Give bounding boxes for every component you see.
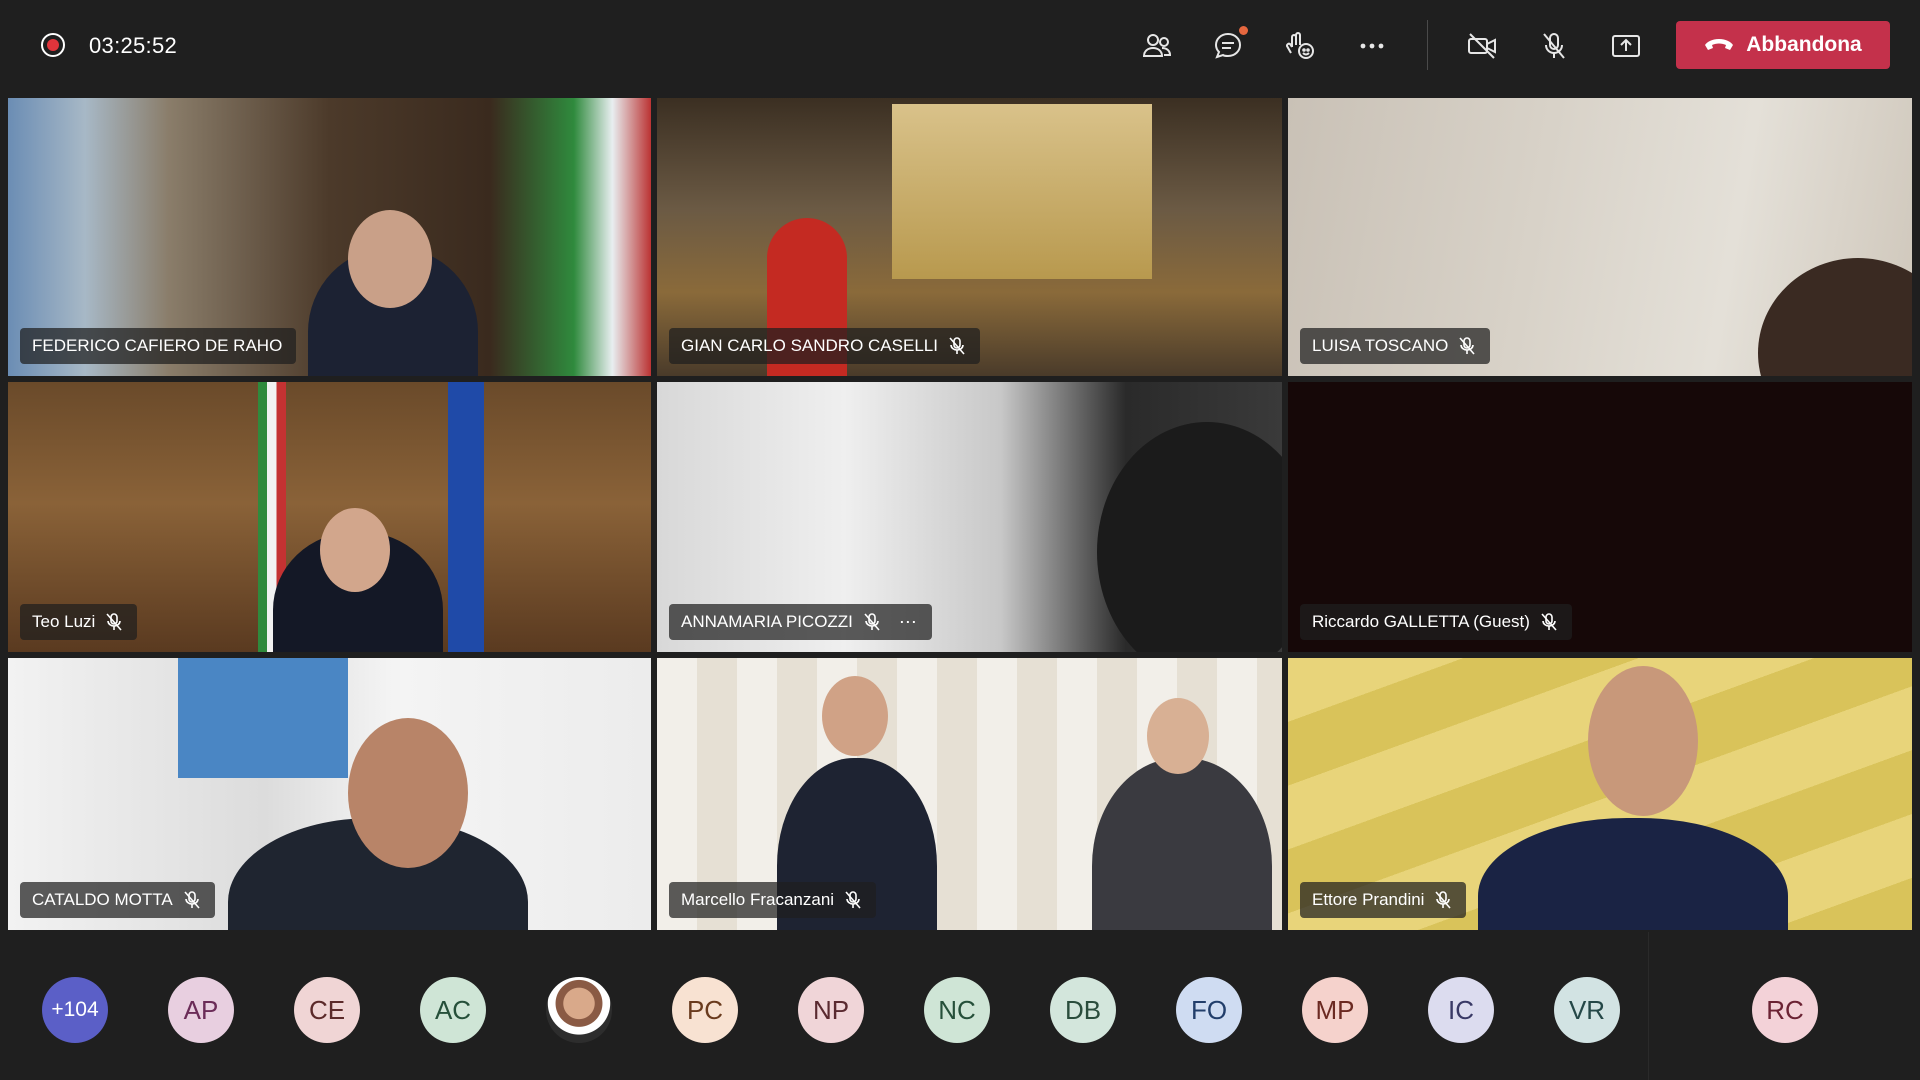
participant-name: GIAN CARLO SANDRO CASELLI: [681, 336, 938, 355]
participant-avatar[interactable]: IC: [1428, 977, 1494, 1043]
hang-up-icon: [1705, 39, 1734, 50]
participants-icon: [1142, 34, 1172, 57]
participant-name-tag: Ettore Prandini: [1300, 882, 1467, 918]
meeting-timer: 03:25:52: [89, 33, 178, 58]
participant-name: Riccardo GALLETTA (Guest): [1312, 612, 1530, 631]
participant-avatar[interactable]: DB: [1050, 977, 1116, 1043]
mic-off-icon: [948, 336, 966, 356]
more-icon: [1360, 43, 1384, 49]
video-tile[interactable]: Ettore Prandini: [1288, 658, 1912, 930]
mic-off-icon: [863, 612, 881, 632]
participant-photo-avatar[interactable]: [546, 977, 612, 1043]
tile-more-options[interactable]: ⋯: [899, 612, 918, 633]
participant-head: [348, 718, 468, 868]
mic-off-icon: [1434, 890, 1452, 910]
participant-name-tag: Marcello Fracanzani: [669, 882, 877, 918]
participant-avatar[interactable]: PC: [672, 977, 738, 1043]
participant-head: [822, 676, 888, 756]
video-tile[interactable]: Marcello Fracanzani: [657, 658, 1282, 930]
participant-avatar[interactable]: CE: [294, 977, 360, 1043]
mic-off-icon: [105, 612, 123, 632]
participant-name: FEDERICO CAFIERO DE RAHO: [32, 336, 283, 355]
chat-notification-dot: [1239, 26, 1248, 35]
mic-off-icon: [1458, 336, 1476, 356]
reactions-icon: [1286, 32, 1314, 59]
video-tile[interactable]: ANNAMARIA PICOZZI ⋯: [657, 382, 1282, 652]
video-grid: FEDERICO CAFIERO DE RAHO GIAN CARLO SAND…: [8, 98, 1912, 932]
participant-avatar[interactable]: RC: [1752, 977, 1818, 1043]
participant-name: Marcello Fracanzani: [681, 890, 835, 909]
more-participants-avatar[interactable]: +104: [42, 977, 108, 1043]
camera-off-icon: [1468, 33, 1496, 59]
meeting-toolbar: 03:25:52 Abbandona: [0, 0, 1920, 92]
participant-name-tag: GIAN CARLO SANDRO CASELLI: [669, 328, 980, 364]
wheat-painting: [892, 104, 1152, 279]
participant-name-tag: LUISA TOSCANO: [1300, 328, 1491, 364]
mic-off-icon: [183, 890, 201, 910]
leave-button[interactable]: Abbandona: [1676, 21, 1890, 69]
wall-painting: [178, 658, 348, 778]
share-screen-button[interactable]: [1604, 24, 1648, 68]
mic-toggle-button[interactable]: [1532, 24, 1576, 68]
participant-head: [1147, 698, 1209, 774]
participant-head: [348, 210, 432, 308]
participant-name-tag: FEDERICO CAFIERO DE RAHO: [20, 328, 297, 364]
participant-name: CATALDO MOTTA: [32, 890, 173, 909]
video-tile[interactable]: LUISA TOSCANO: [1288, 98, 1912, 376]
video-tile[interactable]: CATALDO MOTTA: [8, 658, 651, 930]
participant-name: Teo Luzi: [32, 612, 96, 631]
participant-avatar[interactable]: MP: [1302, 977, 1368, 1043]
roster-divider: [1648, 932, 1649, 1080]
participant-name: ANNAMARIA PICOZZI: [681, 612, 853, 631]
participant-name-tag: Riccardo GALLETTA (Guest): [1300, 604, 1572, 640]
participant-avatar[interactable]: VR: [1554, 977, 1620, 1043]
camera-toggle-button[interactable]: [1460, 24, 1504, 68]
flag-eu: [448, 382, 484, 652]
participant-avatar[interactable]: AP: [168, 977, 234, 1043]
toolbar-divider: [1427, 20, 1428, 70]
participant-name-tag: ANNAMARIA PICOZZI ⋯: [669, 604, 932, 640]
participant-avatar[interactable]: FO: [1176, 977, 1242, 1043]
participants-button[interactable]: [1135, 24, 1179, 68]
reactions-button[interactable]: [1278, 24, 1322, 68]
video-tile[interactable]: GIAN CARLO SANDRO CASELLI: [657, 98, 1282, 376]
share-icon: [1612, 35, 1640, 57]
chat-button[interactable]: [1206, 24, 1250, 68]
mic-off-icon: [1543, 33, 1565, 59]
participant-head: [1588, 666, 1698, 816]
record-icon: [41, 33, 65, 57]
video-tile[interactable]: Riccardo GALLETTA (Guest): [1288, 382, 1912, 652]
leave-label: Abbandona: [1746, 33, 1862, 56]
participant-head: [320, 508, 390, 592]
participant-avatar[interactable]: NP: [798, 977, 864, 1043]
participant-name-tag: Teo Luzi: [20, 604, 138, 640]
more-actions-button[interactable]: [1350, 24, 1394, 68]
video-tile[interactable]: FEDERICO CAFIERO DE RAHO: [8, 98, 651, 376]
participant-name-tag: CATALDO MOTTA: [20, 882, 215, 918]
mic-off-icon: [844, 890, 862, 910]
mic-off-icon: [1540, 612, 1558, 632]
video-tile[interactable]: Teo Luzi: [8, 382, 651, 652]
participant-name: Ettore Prandini: [1312, 890, 1425, 909]
participant-avatar[interactable]: NC: [924, 977, 990, 1043]
participant-avatar[interactable]: AC: [420, 977, 486, 1043]
participant-name: LUISA TOSCANO: [1312, 336, 1449, 355]
